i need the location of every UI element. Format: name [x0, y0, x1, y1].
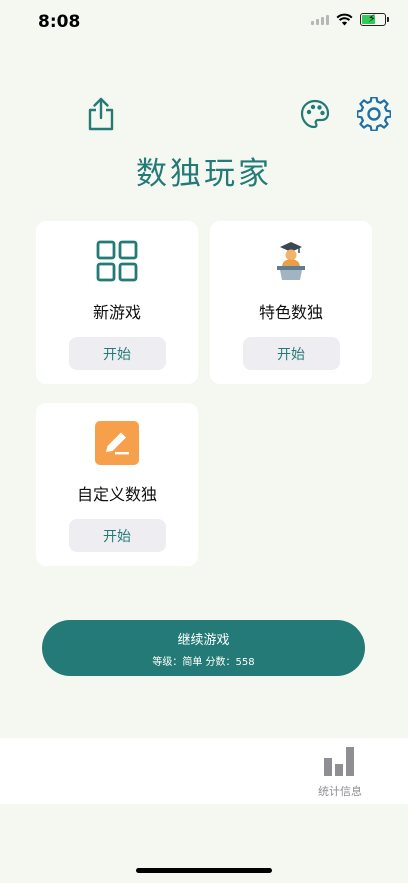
featured-sudoku-start-button[interactable]: 开始	[242, 337, 340, 370]
app-title: 数独玩家	[136, 156, 272, 192]
status-bar: 8:08 ⚡	[0, 0, 408, 44]
custom-sudoku-start-button[interactable]: 开始	[68, 519, 166, 552]
bar-chart-icon	[324, 747, 354, 776]
edit-pencil-icon	[95, 421, 139, 465]
tab-bar: 统计信息	[0, 738, 408, 804]
continue-game-info: 等级：简单 分数：558	[152, 656, 255, 668]
featured-sudoku-card[interactable]: 特色数独 开始	[210, 221, 372, 384]
continue-game-title: 继续游戏	[177, 632, 230, 648]
tab-statistics-label: 统计信息	[318, 785, 362, 798]
new-game-start-button[interactable]: 开始	[68, 337, 166, 370]
share-button[interactable]	[84, 96, 118, 132]
settings-button[interactable]	[356, 96, 392, 132]
custom-sudoku-card[interactable]: 自定义数独 开始	[36, 403, 198, 566]
gear-icon	[357, 97, 391, 131]
featured-sudoku-label: 特色数独	[258, 303, 323, 322]
grid-icon	[96, 239, 138, 283]
custom-sudoku-label: 自定义数独	[76, 485, 157, 504]
graduate-lectern-icon	[274, 239, 308, 283]
status-time: 8:08	[38, 12, 81, 32]
charging-bolt-icon: ⚡	[368, 12, 376, 25]
battery-icon: ⚡	[360, 12, 389, 26]
home-indicator[interactable]	[136, 868, 272, 873]
cellular-signal-icon	[311, 14, 329, 25]
status-icons: ⚡	[311, 12, 389, 26]
continue-game-button[interactable]: 继续游戏 等级：简单 分数：558	[42, 620, 365, 676]
palette-icon	[300, 99, 330, 129]
tab-statistics[interactable]: 统计信息	[318, 746, 362, 799]
theme-button[interactable]	[299, 98, 331, 130]
new-game-card[interactable]: 新游戏 开始	[36, 221, 198, 384]
new-game-label: 新游戏	[92, 303, 141, 322]
wifi-icon	[336, 13, 353, 26]
share-icon	[88, 97, 114, 131]
